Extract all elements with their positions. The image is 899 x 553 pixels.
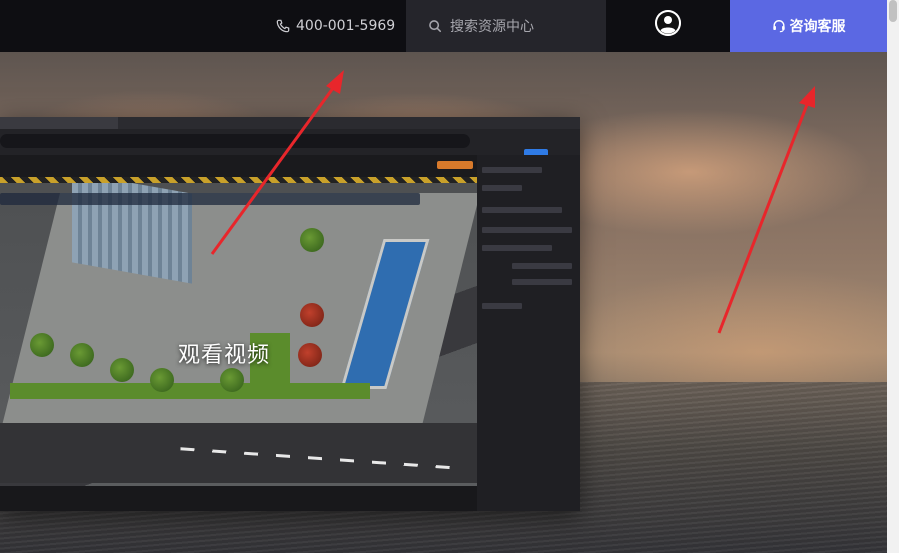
- phone-number: 400-001-5969: [296, 18, 396, 34]
- search-box[interactable]: 搜索资源中心: [406, 0, 606, 52]
- search-icon: [429, 20, 442, 33]
- viewport-toolbar: [0, 193, 420, 205]
- panel-row: [512, 279, 572, 285]
- consult-service-button[interactable]: 咨询客服: [730, 0, 887, 52]
- top-header: 400-001-5969 搜索资源中心 咨询客服: [0, 0, 887, 52]
- panel-row: [482, 185, 522, 191]
- scene-tree: [298, 343, 322, 367]
- panel-row: [482, 167, 542, 173]
- editor-3d-viewport: [0, 183, 477, 486]
- scene-tree: [300, 228, 324, 252]
- editor-notice-badge: [437, 161, 473, 169]
- panel-row: [482, 303, 522, 309]
- editor-browser-tab: [0, 117, 118, 129]
- user-avatar-icon: [655, 10, 681, 36]
- scene-lawn: [10, 383, 370, 399]
- scene-tree: [220, 368, 244, 392]
- user-avatar[interactable]: [655, 10, 681, 36]
- panel-row: [482, 227, 572, 233]
- scene-tree: [150, 368, 174, 392]
- panel-row: [512, 263, 572, 269]
- page-scrollbar[interactable]: [887, 0, 899, 553]
- watch-video-label: 观看视频: [178, 343, 271, 368]
- editor-url-field: [0, 134, 470, 148]
- scrollbar-thumb[interactable]: [889, 0, 897, 22]
- headset-icon: [772, 20, 785, 33]
- scene-tree: [30, 333, 54, 357]
- scene-tree: [110, 358, 134, 382]
- editor-properties-panel: [477, 155, 580, 511]
- consult-service-label: 咨询客服: [789, 19, 846, 35]
- scene-tree: [70, 343, 94, 367]
- editor-bottombar: [0, 486, 477, 511]
- search-placeholder: 搜索资源中心: [450, 19, 534, 35]
- watch-video-thumbnail[interactable]: 观看视频: [0, 117, 580, 511]
- panel-row: [482, 207, 562, 213]
- scene-tree: [300, 303, 324, 327]
- panel-row: [482, 245, 552, 251]
- phone-icon: [276, 19, 290, 33]
- phone-contact[interactable]: 400-001-5969: [276, 0, 395, 52]
